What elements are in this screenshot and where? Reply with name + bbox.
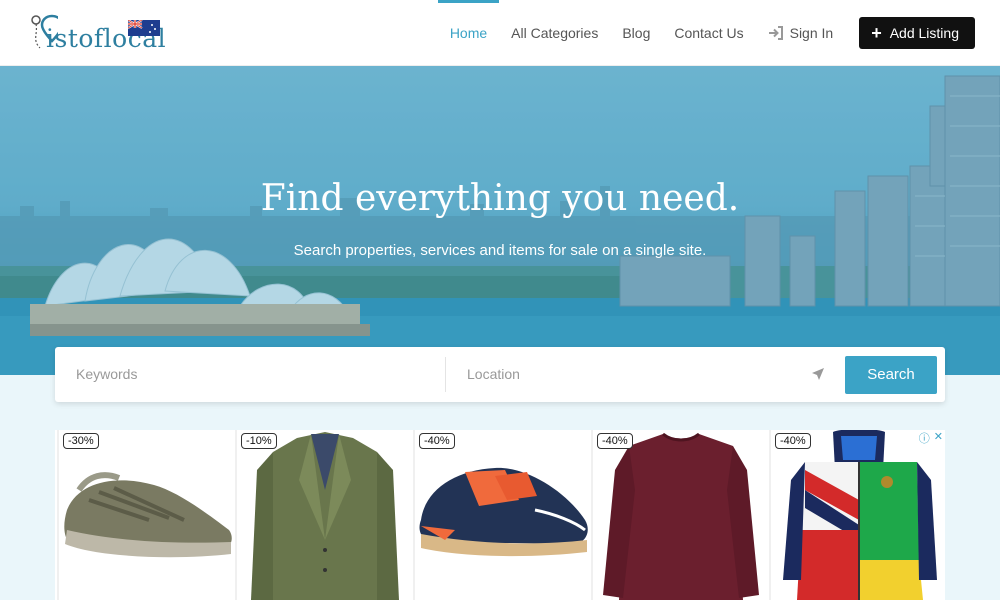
sign-in-label: Sign In <box>789 25 834 41</box>
search-bar: Keywords Location Search <box>55 347 945 402</box>
australia-flag-icon <box>128 20 160 36</box>
hero-subtitle: Search properties, services and items fo… <box>293 242 707 259</box>
nav-contact-us[interactable]: Contact Us <box>674 0 743 66</box>
location-input[interactable]: Location <box>467 347 520 402</box>
discount-badge: -40% <box>775 433 811 449</box>
puffer-jacket-icon <box>783 430 937 600</box>
ad-product-strip: ⓘ ✕ -30% -10% -40% -40% -40% <box>55 430 945 600</box>
site-logo[interactable]: istoflocal <box>28 14 178 54</box>
sweater-icon <box>603 432 759 600</box>
hero-banner: Find everything you need. Search propert… <box>0 66 1000 375</box>
site-header: istoflocal Home All Categories Blog Cont… <box>0 0 1000 66</box>
nav-blog[interactable]: Blog <box>622 0 650 66</box>
plus-icon: + <box>871 23 882 43</box>
sign-in-icon <box>768 26 783 40</box>
locate-arrow-icon[interactable] <box>811 367 825 381</box>
discount-badge: -40% <box>419 433 455 449</box>
sign-in-link[interactable]: Sign In <box>768 25 834 41</box>
blazer-icon <box>251 432 399 600</box>
discount-badge: -40% <box>597 433 633 449</box>
search-divider <box>445 357 446 392</box>
discount-badge: -10% <box>241 433 277 449</box>
add-listing-label: Add Listing <box>889 25 959 41</box>
close-icon[interactable]: ✕ <box>934 430 943 446</box>
ad-choices[interactable]: ⓘ ✕ <box>919 430 943 446</box>
product-card-5[interactable]: -40% <box>769 430 945 600</box>
nav-all-categories[interactable]: All Categories <box>511 0 598 66</box>
info-icon[interactable]: ⓘ <box>919 430 930 446</box>
sneaker-icon <box>64 472 232 558</box>
main-nav: Home All Categories Blog Contact Us Sign… <box>426 0 975 66</box>
discount-badge: -30% <box>63 433 99 449</box>
search-button[interactable]: Search <box>845 356 937 394</box>
sydney-skyline-image <box>0 66 1000 375</box>
add-listing-button[interactable]: + Add Listing <box>859 17 975 49</box>
hero-title: Find everything you need. <box>260 178 740 219</box>
keywords-input[interactable]: Keywords <box>76 347 137 402</box>
product-card-3[interactable]: -40% <box>413 430 589 600</box>
sneaker-icon <box>419 467 588 557</box>
nav-home[interactable]: Home <box>437 0 500 66</box>
product-card-2[interactable]: -10% <box>235 430 411 600</box>
product-card-1[interactable]: -30% <box>57 430 233 600</box>
product-card-4[interactable]: -40% <box>591 430 767 600</box>
